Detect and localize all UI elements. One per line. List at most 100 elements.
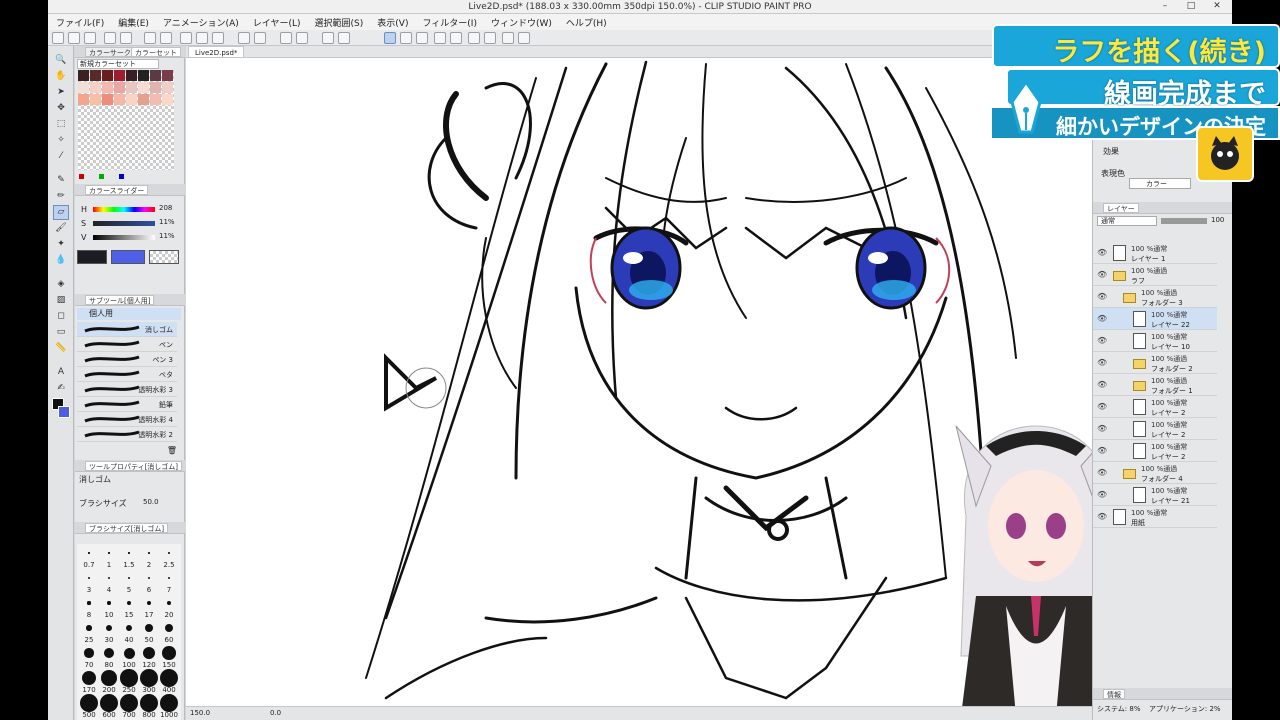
- ruler-tool-icon[interactable]: 📏: [54, 342, 68, 355]
- saturation-value[interactable]: 11%: [159, 218, 175, 226]
- color-swatch[interactable]: [126, 70, 137, 81]
- brush-size-dot[interactable]: [88, 577, 90, 579]
- menu-filter[interactable]: フィルター(I): [422, 16, 477, 29]
- menu-file[interactable]: ファイル(F): [56, 16, 104, 29]
- color-swatch[interactable]: [138, 94, 149, 105]
- visibility-eye-icon[interactable]: 👁: [1097, 490, 1107, 499]
- tab-brush-size[interactable]: ブラシサイズ[消しゴム]: [85, 523, 169, 533]
- canvas-area[interactable]: Live2D.psd* 150.0 0.0: [186, 46, 1092, 720]
- fit-icon[interactable]: [484, 32, 496, 44]
- brush-size-dot[interactable]: [101, 670, 117, 686]
- visibility-eye-icon[interactable]: 👁: [1097, 358, 1107, 367]
- saturation-bar[interactable]: [93, 221, 155, 226]
- brush-size-dot[interactable]: [84, 648, 94, 658]
- color-swatch[interactable]: [90, 70, 101, 81]
- brush-size-dot[interactable]: [126, 600, 132, 606]
- color-swatch[interactable]: [102, 82, 113, 93]
- brush-size-dot[interactable]: [104, 648, 114, 658]
- visibility-eye-icon[interactable]: 👁: [1097, 248, 1107, 257]
- open-file-icon[interactable]: [68, 32, 80, 44]
- brush-size-dot[interactable]: [123, 647, 135, 659]
- figure-tool-icon[interactable]: ◻: [54, 310, 68, 323]
- brush-size-dot[interactable]: [148, 552, 150, 554]
- brush-size-value[interactable]: 50.0: [143, 498, 159, 506]
- color-swatch[interactable]: [126, 82, 137, 93]
- visibility-eye-icon[interactable]: 👁: [1097, 380, 1107, 389]
- color-swatch[interactable]: [114, 70, 125, 81]
- pen-tool-icon[interactable]: ✎: [54, 174, 68, 187]
- tab-info[interactable]: 情報: [1103, 689, 1125, 699]
- brush-size-dot[interactable]: [127, 576, 131, 580]
- wand-tool-icon[interactable]: ✧: [54, 134, 68, 147]
- brush-size-dot[interactable]: [108, 552, 110, 554]
- color-swatch[interactable]: [138, 70, 149, 81]
- transparent-color[interactable]: [149, 250, 179, 264]
- snap-icon[interactable]: [238, 32, 250, 44]
- hue-value[interactable]: 208: [159, 204, 172, 212]
- hand-tool-icon[interactable]: ✋: [54, 70, 68, 83]
- subtool-brush-item[interactable]: ペン: [77, 337, 177, 352]
- vector-icon[interactable]: [400, 32, 412, 44]
- color-swatch[interactable]: [78, 70, 89, 81]
- subtool-brush-item[interactable]: ペン 3: [77, 352, 177, 367]
- hue-slider[interactable]: H 208: [79, 204, 179, 216]
- close-button[interactable]: ✕: [1204, 0, 1230, 13]
- select-all-icon[interactable]: [196, 32, 208, 44]
- layer-row[interactable]: 👁 100 %通常 レイヤー 21: [1093, 484, 1217, 506]
- tab-subtool[interactable]: サブツール[個人用]: [85, 295, 155, 305]
- visibility-eye-icon[interactable]: 👁: [1097, 424, 1107, 433]
- brush-size-dot[interactable]: [162, 646, 176, 660]
- ruler-show-icon[interactable]: [338, 32, 350, 44]
- brush-size-dot[interactable]: [140, 694, 158, 712]
- menu-layer[interactable]: レイヤー(L): [253, 16, 301, 29]
- eraser-tool-icon[interactable]: ▱: [53, 205, 69, 220]
- save-icon[interactable]: [84, 32, 96, 44]
- text-tool-icon[interactable]: A: [54, 366, 68, 379]
- delete-subtool-icon[interactable]: 🗑: [167, 446, 177, 455]
- rotate-icon[interactable]: [296, 32, 308, 44]
- saturation-slider[interactable]: S 11%: [79, 218, 179, 230]
- visibility-eye-icon[interactable]: 👁: [1097, 512, 1107, 521]
- brush-size-dot[interactable]: [160, 694, 178, 712]
- brush-size-dot[interactable]: [120, 694, 138, 712]
- gradient-tool-icon[interactable]: ▨: [54, 294, 68, 307]
- value-bar[interactable]: [93, 235, 155, 240]
- color-swatch[interactable]: [126, 94, 137, 105]
- zoom-value[interactable]: 150.0: [190, 709, 210, 717]
- visibility-eye-icon[interactable]: 👁: [1097, 402, 1107, 411]
- brush-size-dot[interactable]: [80, 694, 98, 712]
- visibility-eye-icon[interactable]: 👁: [1097, 446, 1107, 455]
- redo-icon[interactable]: [120, 32, 132, 44]
- brush-size-dot[interactable]: [147, 576, 151, 580]
- deselect-icon[interactable]: [180, 32, 192, 44]
- blend-mode-select[interactable]: 通常: [1097, 216, 1157, 226]
- balloon-tool-icon[interactable]: ✍: [54, 382, 68, 395]
- tab-layer[interactable]: レイヤー: [1103, 203, 1139, 213]
- angle-value[interactable]: 0.0: [270, 709, 281, 717]
- layer-row[interactable]: 👁 100 %通過 フォルダー 3: [1093, 286, 1217, 308]
- frame-tool-icon[interactable]: ▭: [54, 326, 68, 339]
- brush-tool-icon[interactable]: 🖌: [54, 222, 68, 235]
- brush-size-dot[interactable]: [87, 601, 91, 605]
- layer-row[interactable]: 👁 100 %通常 レイヤー 2: [1093, 396, 1217, 418]
- crosshair-icon[interactable]: [468, 32, 480, 44]
- visibility-eye-icon[interactable]: 👁: [1097, 336, 1107, 345]
- color-swatch[interactable]: [114, 82, 125, 93]
- maximize-button[interactable]: □: [1178, 0, 1204, 13]
- operation-tool-icon[interactable]: ➤: [54, 86, 68, 99]
- brush-size-dot[interactable]: [86, 625, 92, 631]
- visibility-eye-icon[interactable]: 👁: [1097, 314, 1107, 323]
- sub-color-swatch[interactable]: [58, 406, 70, 418]
- color-swatch[interactable]: [78, 82, 89, 93]
- layer-row[interactable]: 👁 100 %通過 フォルダー 4: [1093, 462, 1217, 484]
- color-swatch[interactable]: [162, 82, 173, 93]
- color-swatch[interactable]: [90, 94, 101, 105]
- transform-icon[interactable]: [160, 32, 172, 44]
- color-swatch[interactable]: [150, 82, 161, 93]
- current-sub-color[interactable]: [111, 250, 145, 264]
- brush-size-dot[interactable]: [166, 600, 172, 606]
- color-swatch[interactable]: [102, 94, 113, 105]
- select-tool-icon[interactable]: ⬚: [54, 118, 68, 131]
- pencil-tool-icon[interactable]: ✏: [54, 190, 68, 203]
- layer-row[interactable]: 👁 100 %通常 レイヤー 1: [1093, 242, 1217, 264]
